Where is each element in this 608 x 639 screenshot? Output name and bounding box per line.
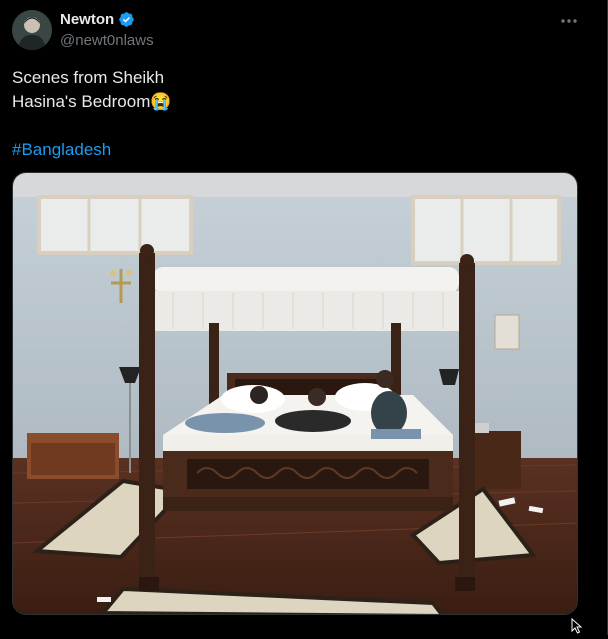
crying-face-emoji: 😭 <box>150 92 172 111</box>
bedroom-photo-illustration <box>13 173 577 614</box>
mouse-cursor-icon <box>571 617 583 639</box>
display-name[interactable]: Newton <box>60 11 114 28</box>
more-options-button[interactable] <box>556 8 582 32</box>
tweet-text-line-2-text: Hasina's Bedroom <box>12 92 151 111</box>
tweet-photo[interactable] <box>12 172 578 615</box>
author-name-row: Newton <box>60 11 135 28</box>
author-handle[interactable]: @newt0nlaws <box>60 32 154 49</box>
tweet-text-line-2: Hasina's Bedroom😭 <box>12 90 572 114</box>
tweet-text-line-1: Scenes from Sheikh <box>12 68 165 87</box>
verified-badge-icon <box>118 11 135 28</box>
avatar[interactable] <box>12 10 52 50</box>
more-horizontal-icon <box>560 11 578 29</box>
tweet-card[interactable]: Newton @newt0nlaws Scenes from Sheikh Ha… <box>0 0 608 635</box>
hashtag-link[interactable]: #Bangladesh <box>12 138 111 162</box>
tweet-text: Scenes from Sheikh Hasina's Bedroom😭 <box>12 66 572 114</box>
